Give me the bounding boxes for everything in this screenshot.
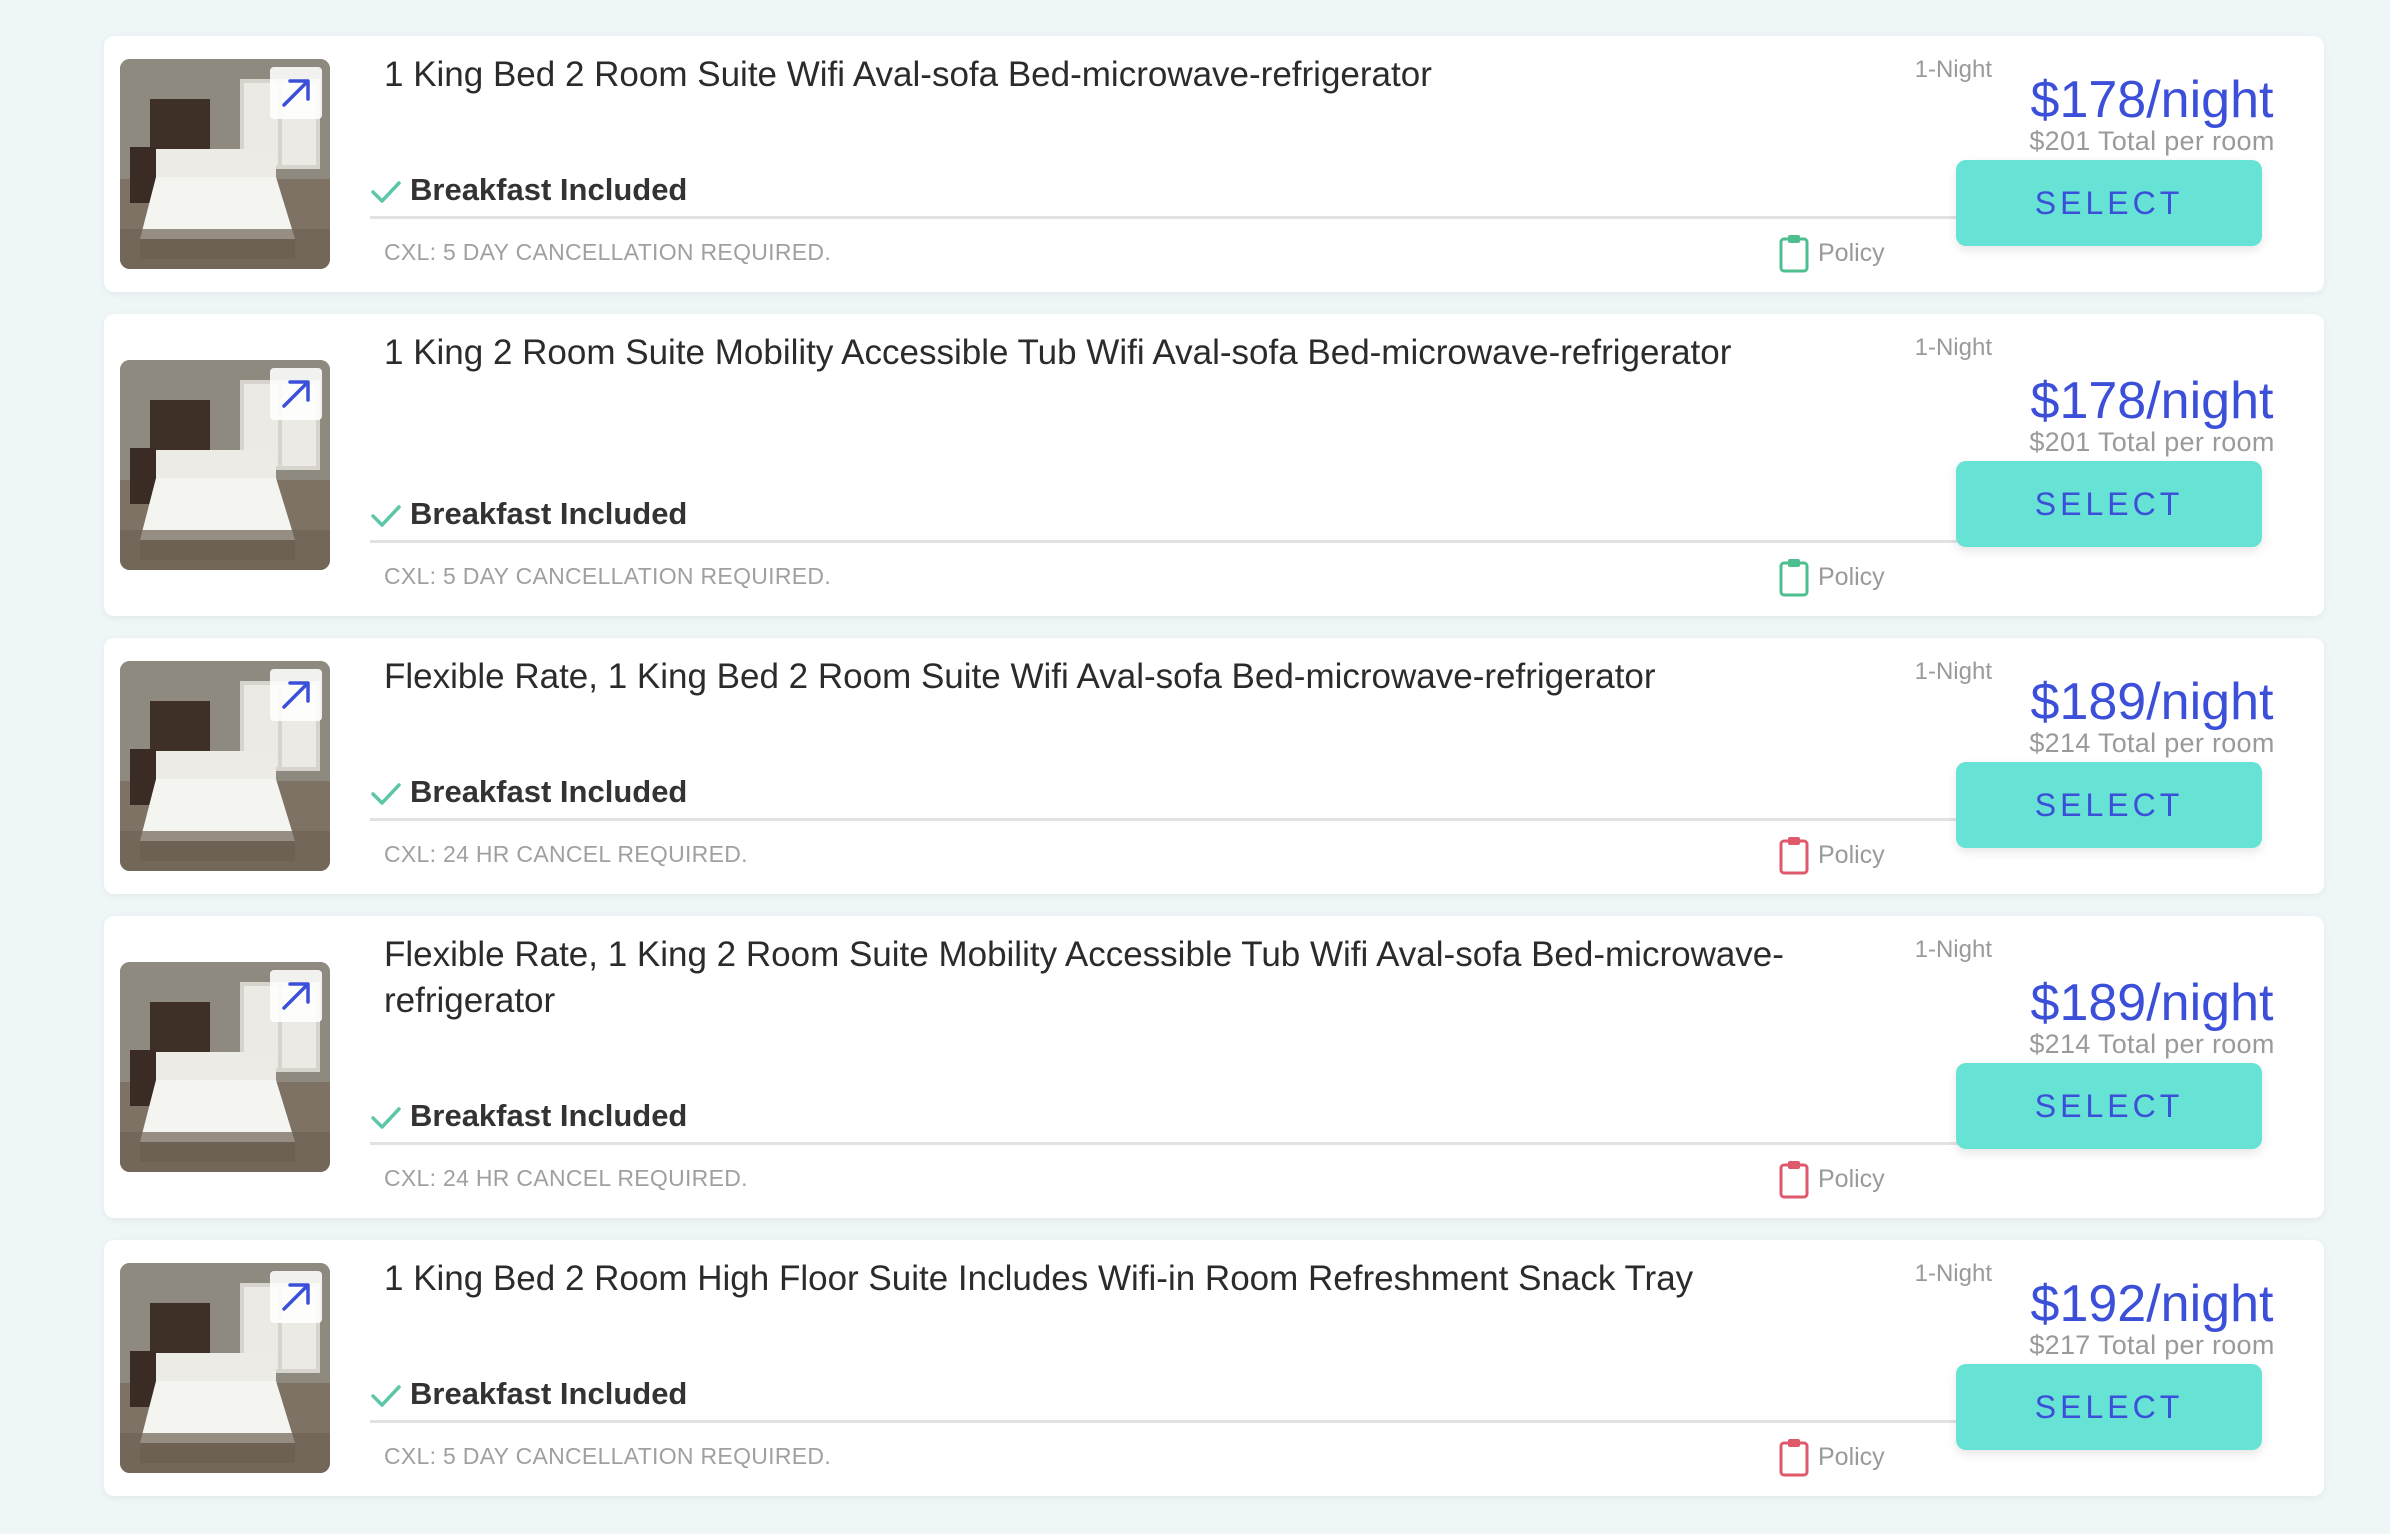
room-photo[interactable] <box>120 360 330 570</box>
expand-arrow-icon[interactable] <box>270 368 322 420</box>
breakfast-label: Breakfast Included <box>410 774 688 809</box>
divider <box>370 216 2014 219</box>
divider <box>370 540 2014 543</box>
check-icon <box>370 779 402 805</box>
policy-label: Policy <box>1818 1164 1885 1193</box>
room-title: 1 King Bed 2 Room High Floor Suite Inclu… <box>384 1259 1694 1298</box>
breakfast-label: Breakfast Included <box>410 496 688 531</box>
clipboard-green-icon <box>1778 557 1810 597</box>
cancellation-policy-text: CXL: 5 DAY CANCELLATION REQUIRED. <box>384 239 832 265</box>
room-card: 1 King Bed 2 Room High Floor Suite Inclu… <box>104 1240 2324 1496</box>
total-price: $214 Total per room <box>2029 1029 2275 1059</box>
nightly-price: $192/night <box>2030 1275 2274 1333</box>
divider <box>370 1420 2014 1423</box>
expand-arrow-icon[interactable] <box>270 1271 322 1323</box>
clipboard-red-icon <box>1778 1437 1810 1477</box>
select-button[interactable]: SELECT <box>1956 762 2262 848</box>
policy-link[interactable]: Policy <box>1778 1437 1885 1477</box>
clipboard-green-icon <box>1778 233 1810 273</box>
breakfast-label: Breakfast Included <box>410 1376 688 1411</box>
divider <box>370 1142 2014 1145</box>
breakfast-included: Breakfast Included <box>370 496 687 532</box>
policy-link[interactable]: Policy <box>1778 233 1885 273</box>
expand-arrow-icon[interactable] <box>270 67 322 119</box>
check-icon <box>370 1381 402 1407</box>
cancellation-policy-text: CXL: 5 DAY CANCELLATION REQUIRED. <box>384 563 832 589</box>
nightly-price: $189/night <box>2030 974 2274 1032</box>
divider <box>370 818 2014 821</box>
cancellation-policy-text: CXL: 24 HR CANCEL REQUIRED. <box>384 1165 748 1191</box>
room-photo[interactable] <box>120 661 330 871</box>
room-photo[interactable] <box>120 59 330 269</box>
select-button[interactable]: SELECT <box>1956 160 2262 246</box>
check-icon <box>370 501 402 527</box>
nights-label: 1-Night <box>1914 936 1992 963</box>
policy-label: Policy <box>1818 840 1885 869</box>
nights-label: 1-Night <box>1914 334 1992 361</box>
policy-label: Policy <box>1818 238 1885 267</box>
select-button[interactable]: SELECT <box>1956 1063 2262 1149</box>
room-card: Flexible Rate, 1 King 2 Room Suite Mobil… <box>104 916 2324 1218</box>
select-button[interactable]: SELECT <box>1956 461 2262 547</box>
policy-link[interactable]: Policy <box>1778 1159 1885 1199</box>
check-icon <box>370 1103 402 1129</box>
room-card: 1 King 2 Room Suite Mobility Accessible … <box>104 314 2324 616</box>
clipboard-red-icon <box>1778 1159 1810 1199</box>
policy-link[interactable]: Policy <box>1778 557 1885 597</box>
room-title: 1 King Bed 2 Room Suite Wifi Aval-sofa B… <box>384 55 1432 94</box>
room-card: Flexible Rate, 1 King Bed 2 Room Suite W… <box>104 638 2324 894</box>
policy-link[interactable]: Policy <box>1778 835 1885 875</box>
policy-label: Policy <box>1818 562 1885 591</box>
breakfast-label: Breakfast Included <box>410 1098 688 1133</box>
room-card: 1 King Bed 2 Room Suite Wifi Aval-sofa B… <box>104 36 2324 292</box>
cancellation-policy-text: CXL: 24 HR CANCEL REQUIRED. <box>384 841 748 867</box>
cancellation-policy-text: CXL: 5 DAY CANCELLATION REQUIRED. <box>384 1443 832 1469</box>
breakfast-included: Breakfast Included <box>370 172 687 208</box>
policy-label: Policy <box>1818 1442 1885 1471</box>
total-price: $214 Total per room <box>2029 728 2275 758</box>
room-photo[interactable] <box>120 1263 330 1473</box>
room-title: Flexible Rate, 1 King 2 Room Suite Mobil… <box>384 935 1784 1020</box>
total-price: $201 Total per room <box>2029 427 2275 457</box>
room-photo[interactable] <box>120 962 330 1172</box>
nightly-price: $189/night <box>2030 673 2274 731</box>
select-button[interactable]: SELECT <box>1956 1364 2262 1450</box>
nightly-price: $178/night <box>2030 372 2274 430</box>
expand-arrow-icon[interactable] <box>270 970 322 1022</box>
total-price: $201 Total per room <box>2029 126 2275 156</box>
expand-arrow-icon[interactable] <box>270 669 322 721</box>
room-rate-list: 1 King Bed 2 Room Suite Wifi Aval-sofa B… <box>0 0 2390 1534</box>
nightly-price: $178/night <box>2030 71 2274 129</box>
breakfast-label: Breakfast Included <box>410 172 688 207</box>
breakfast-included: Breakfast Included <box>370 1376 687 1412</box>
breakfast-included: Breakfast Included <box>370 1098 687 1134</box>
clipboard-red-icon <box>1778 835 1810 875</box>
room-title: Flexible Rate, 1 King Bed 2 Room Suite W… <box>384 657 1656 696</box>
total-price: $217 Total per room <box>2029 1330 2275 1360</box>
check-icon <box>370 177 402 203</box>
room-title: 1 King 2 Room Suite Mobility Accessible … <box>384 333 1732 372</box>
breakfast-included: Breakfast Included <box>370 774 687 810</box>
